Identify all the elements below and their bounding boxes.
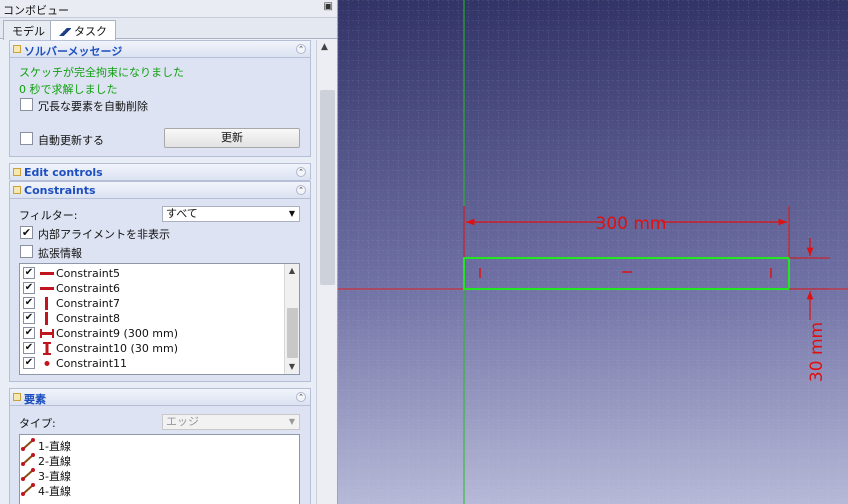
auto-remove-checkbox[interactable] [20, 98, 33, 111]
combo-view: コンボビュー ▣ モデル タスク ソルバーメッセージ ⌃ スケッチが完全拘束にな… [0, 0, 338, 504]
constraint-checkbox[interactable]: ✔ [23, 267, 35, 279]
hide-internal-label: 内部アライメントを非表示 [38, 228, 170, 241]
element-label: 4-直線 [38, 485, 71, 498]
collapse-icon[interactable]: ⌃ [296, 392, 306, 402]
collapse-icon[interactable]: ⌃ [296, 44, 306, 54]
task-icon [59, 28, 71, 36]
constraint-label: Constraint11 [56, 357, 128, 370]
horizontal-dimension-text: 300 mm [596, 214, 667, 234]
vertical-constraint-icon [45, 312, 48, 325]
panel-icon [13, 168, 21, 176]
task-panel-area: ソルバーメッセージ ⌃ スケッチが完全拘束になりました 0 秒で求解しました 冗… [0, 40, 316, 504]
constraint-checkbox[interactable]: ✔ [23, 357, 35, 369]
sketch-grid [338, 0, 848, 504]
filter-select[interactable]: すべて ▼ [162, 206, 300, 222]
chevron-down-icon: ▼ [288, 417, 295, 426]
update-button[interactable]: 更新 [164, 128, 300, 148]
type-label: タイプ: [19, 417, 56, 430]
edit-controls-header[interactable]: Edit controls ⌃ [10, 164, 310, 181]
expand-icon[interactable]: ⌃ [296, 167, 306, 177]
elements-panel: 要素 ⌃ タイプ: エッジ ▼ 1-直線 2-直線 3-直線 4-直線 [9, 388, 311, 504]
horizontal-constraint-icon [40, 287, 54, 290]
tab-model-label: モデル [12, 25, 45, 38]
task-panel-scrollbar[interactable]: ▲ [316, 40, 337, 504]
sketch-canvas[interactable]: 300 mm 30 mm [338, 0, 848, 504]
float-icon[interactable]: ▣ [324, 1, 333, 12]
panel-icon [13, 186, 21, 194]
chevron-down-icon: ▼ [288, 209, 295, 218]
line-icon [21, 453, 35, 466]
solver-panel-title: ソルバーメッセージ [24, 45, 123, 58]
constraint-checkbox[interactable]: ✔ [23, 312, 35, 324]
constraint-label: Constraint8 [56, 312, 121, 325]
line-icon [21, 483, 35, 496]
collapse-icon[interactable]: ⌃ [296, 185, 306, 195]
auto-remove-label: 冗長な要素を自動削除 [38, 100, 148, 113]
element-label: 3-直線 [38, 470, 71, 483]
edit-controls-panel: Edit controls ⌃ [9, 163, 311, 181]
line-icon [21, 438, 35, 451]
panel-icon [13, 393, 21, 401]
edit-controls-title: Edit controls [24, 166, 103, 179]
constraint-label: Constraint6 [56, 282, 121, 295]
constraint-label: Constraint9 (300 mm) [56, 327, 179, 340]
auto-update-label: 自動更新する [38, 134, 104, 147]
combo-tabs: モデル タスク [0, 18, 337, 41]
horizontal-constraint-icon [40, 272, 54, 275]
3d-viewport[interactable]: 300 mm 30 mm [338, 0, 848, 504]
constraints-panel: Constraints ⌃ フィルター: すべて ▼ ✔ 内部アライメントを非表… [9, 181, 311, 382]
filter-label: フィルター: [19, 209, 78, 222]
constraint-checkbox[interactable]: ✔ [23, 297, 35, 309]
constraint-checkbox[interactable]: ✔ [23, 282, 35, 294]
solver-status-line1: スケッチが完全拘束になりました [19, 66, 184, 79]
scroll-thumb[interactable] [320, 90, 335, 285]
extended-info-label: 拡張情報 [38, 247, 82, 260]
combo-titlebar: コンボビュー ▣ [0, 0, 337, 18]
type-select: エッジ ▼ [162, 414, 300, 430]
scroll-down-icon[interactable]: ▼ [285, 360, 299, 374]
element-label: 2-直線 [38, 455, 71, 468]
panel-icon [13, 45, 21, 53]
solver-panel-header[interactable]: ソルバーメッセージ ⌃ [10, 41, 310, 58]
solver-panel: ソルバーメッセージ ⌃ スケッチが完全拘束になりました 0 秒で求解しました 冗… [9, 40, 311, 157]
vertical-dimension-text: 30 mm [807, 322, 827, 382]
tab-task[interactable]: タスク [50, 20, 116, 41]
constraints-list[interactable]: ✔ Constraint5 ✔ Constraint6 ✔ Constraint… [19, 263, 300, 375]
line-icon [21, 468, 35, 481]
tab-task-label: タスク [74, 25, 107, 38]
hide-internal-checkbox[interactable]: ✔ [20, 226, 33, 239]
tab-model[interactable]: モデル [3, 20, 54, 40]
elements-title: 要素 [24, 393, 46, 406]
extended-info-checkbox[interactable] [20, 245, 33, 258]
solver-status-line2: 0 秒で求解しました [19, 83, 118, 96]
point-on-point-icon [44, 361, 50, 366]
scroll-up-icon[interactable]: ▲ [321, 42, 328, 52]
constraint-label: Constraint5 [56, 267, 121, 280]
constraints-header[interactable]: Constraints ⌃ [10, 182, 310, 199]
auto-update-checkbox[interactable] [20, 132, 33, 145]
scroll-thumb[interactable] [287, 308, 298, 358]
constraints-title: Constraints [24, 184, 96, 197]
scroll-up-icon[interactable]: ▲ [285, 264, 299, 278]
constraints-scrollbar[interactable]: ▲ ▼ [284, 264, 299, 374]
constraint-label: Constraint10 (30 mm) [56, 342, 179, 355]
constraint-checkbox[interactable]: ✔ [23, 327, 35, 339]
vertical-constraint-icon [45, 297, 48, 310]
constraint-checkbox[interactable]: ✔ [23, 342, 35, 354]
elements-list[interactable]: 1-直線 2-直線 3-直線 4-直線 [19, 434, 300, 504]
horizontal-distance-icon [40, 329, 54, 338]
filter-value: すべて [166, 207, 198, 220]
element-label: 1-直線 [38, 440, 71, 453]
elements-header[interactable]: 要素 ⌃ [10, 389, 310, 406]
type-value: エッジ [166, 415, 199, 428]
constraint-label: Constraint7 [56, 297, 121, 310]
vertical-distance-icon [43, 342, 51, 355]
combo-title: コンボビュー [3, 4, 69, 17]
